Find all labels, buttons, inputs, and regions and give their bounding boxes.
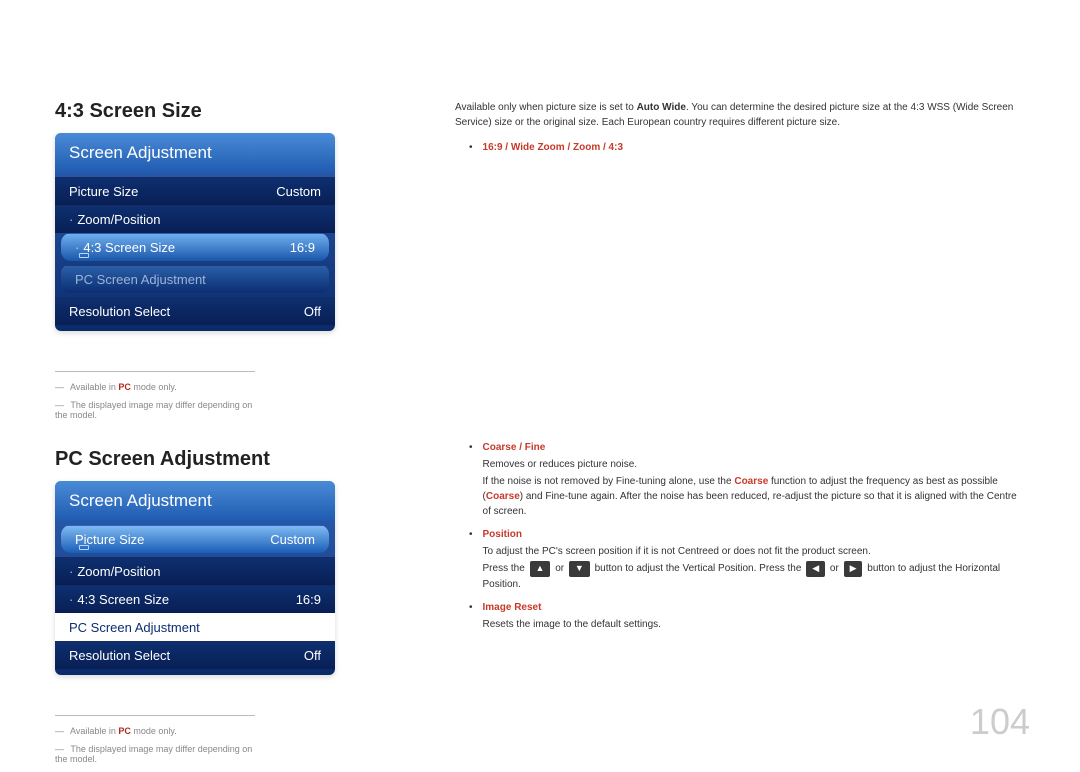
picture-size-label-2: Picture Size: [75, 532, 270, 547]
position-heading: Position: [483, 529, 522, 540]
row-zoom-position[interactable]: · Zoom/Position: [55, 205, 335, 233]
pc-screen-details: • Coarse / Fine Removes or reduces pictu…: [455, 440, 1025, 632]
selection-indicator-2: [79, 545, 89, 550]
image-reset-heading: Image Reset: [483, 602, 542, 613]
right-arrow-icon: ▶: [844, 561, 863, 577]
coarse-fine-desc: Removes or reduces picture noise.: [483, 457, 1025, 472]
menu-widget-2: Screen Adjustment Picture Size Custom · …: [55, 481, 335, 675]
picture-size-value-2: Custom: [270, 532, 315, 547]
row-43-screen-size-2[interactable]: · 4:3 Screen Size 16:9: [55, 585, 335, 613]
coarse-fine-heading: Coarse / Fine: [483, 442, 546, 453]
menu-widget-1: Screen Adjustment Picture Size Custom · …: [55, 133, 335, 331]
section-heading-43: 4:3 Screen Size: [55, 100, 430, 123]
left-arrow-icon: ◀: [806, 561, 825, 577]
screen-size-label: 4:3 Screen Size: [83, 240, 289, 255]
image-reset-desc: Resets the image to the default settings…: [483, 617, 1025, 632]
intro-text: Available only when picture size is set …: [455, 100, 1025, 130]
row-43-screen-size[interactable]: · 4:3 Screen Size 16:9: [61, 233, 329, 261]
selection-indicator: [79, 253, 89, 258]
pc-screen-label: PC Screen Adjustment: [75, 272, 315, 287]
res-value: Off: [304, 304, 321, 319]
menu-title-2: Screen Adjustment: [55, 481, 335, 521]
menu-title: Screen Adjustment: [55, 133, 335, 173]
note-model-differ-2: ― The displayed image may differ dependi…: [55, 744, 255, 764]
picture-size-label: Picture Size: [69, 184, 276, 199]
row-resolution-select-2[interactable]: Resolution Select Off: [55, 641, 335, 669]
screen-size-value-2: 16:9: [296, 592, 321, 607]
notes-1: ― Available in PC mode only. ― The displ…: [55, 371, 255, 420]
row-resolution-select[interactable]: Resolution Select Off: [55, 297, 335, 325]
coarse-fine-detail: If the noise is not removed by Fine-tuni…: [483, 474, 1025, 519]
res-label-2: Resolution Select: [69, 648, 304, 663]
notes-2: ― Available in PC mode only. ― The displ…: [55, 715, 255, 764]
up-arrow-icon: ▲: [530, 561, 551, 577]
screen-size-label-2: 4:3 Screen Size: [77, 592, 295, 607]
zoom-position-label: Zoom/Position: [77, 212, 321, 227]
section-heading-pc: PC Screen Adjustment: [55, 448, 430, 471]
screen-size-value: 16:9: [290, 240, 315, 255]
pc-screen-label-2: PC Screen Adjustment: [69, 620, 321, 635]
res-value-2: Off: [304, 648, 321, 663]
row-picture-size-2[interactable]: Picture Size Custom: [61, 525, 329, 553]
note-pc-mode: ― Available in PC mode only.: [55, 382, 255, 392]
note-model-differ: ― The displayed image may differ dependi…: [55, 400, 255, 420]
res-label: Resolution Select: [69, 304, 304, 319]
zoom-position-label-2: Zoom/Position: [77, 564, 321, 579]
row-picture-size[interactable]: Picture Size Custom: [55, 177, 335, 205]
note-pc-mode-2: ― Available in PC mode only.: [55, 726, 255, 736]
down-arrow-icon: ▼: [569, 561, 590, 577]
position-desc: To adjust the PC's screen position if it…: [483, 544, 1025, 559]
row-pc-screen-adj[interactable]: PC Screen Adjustment: [61, 265, 329, 293]
row-zoom-position-2[interactable]: · Zoom/Position: [55, 557, 335, 585]
position-press: Press the ▲ or ▼ button to adjust the Ve…: [483, 561, 1025, 592]
options-list-item: • 16:9 / Wide Zoom / Zoom / 4:3: [455, 140, 1025, 155]
page-number: 104: [970, 701, 1030, 743]
picture-size-value: Custom: [276, 184, 321, 199]
row-pc-screen-adj-2[interactable]: PC Screen Adjustment: [55, 613, 335, 641]
